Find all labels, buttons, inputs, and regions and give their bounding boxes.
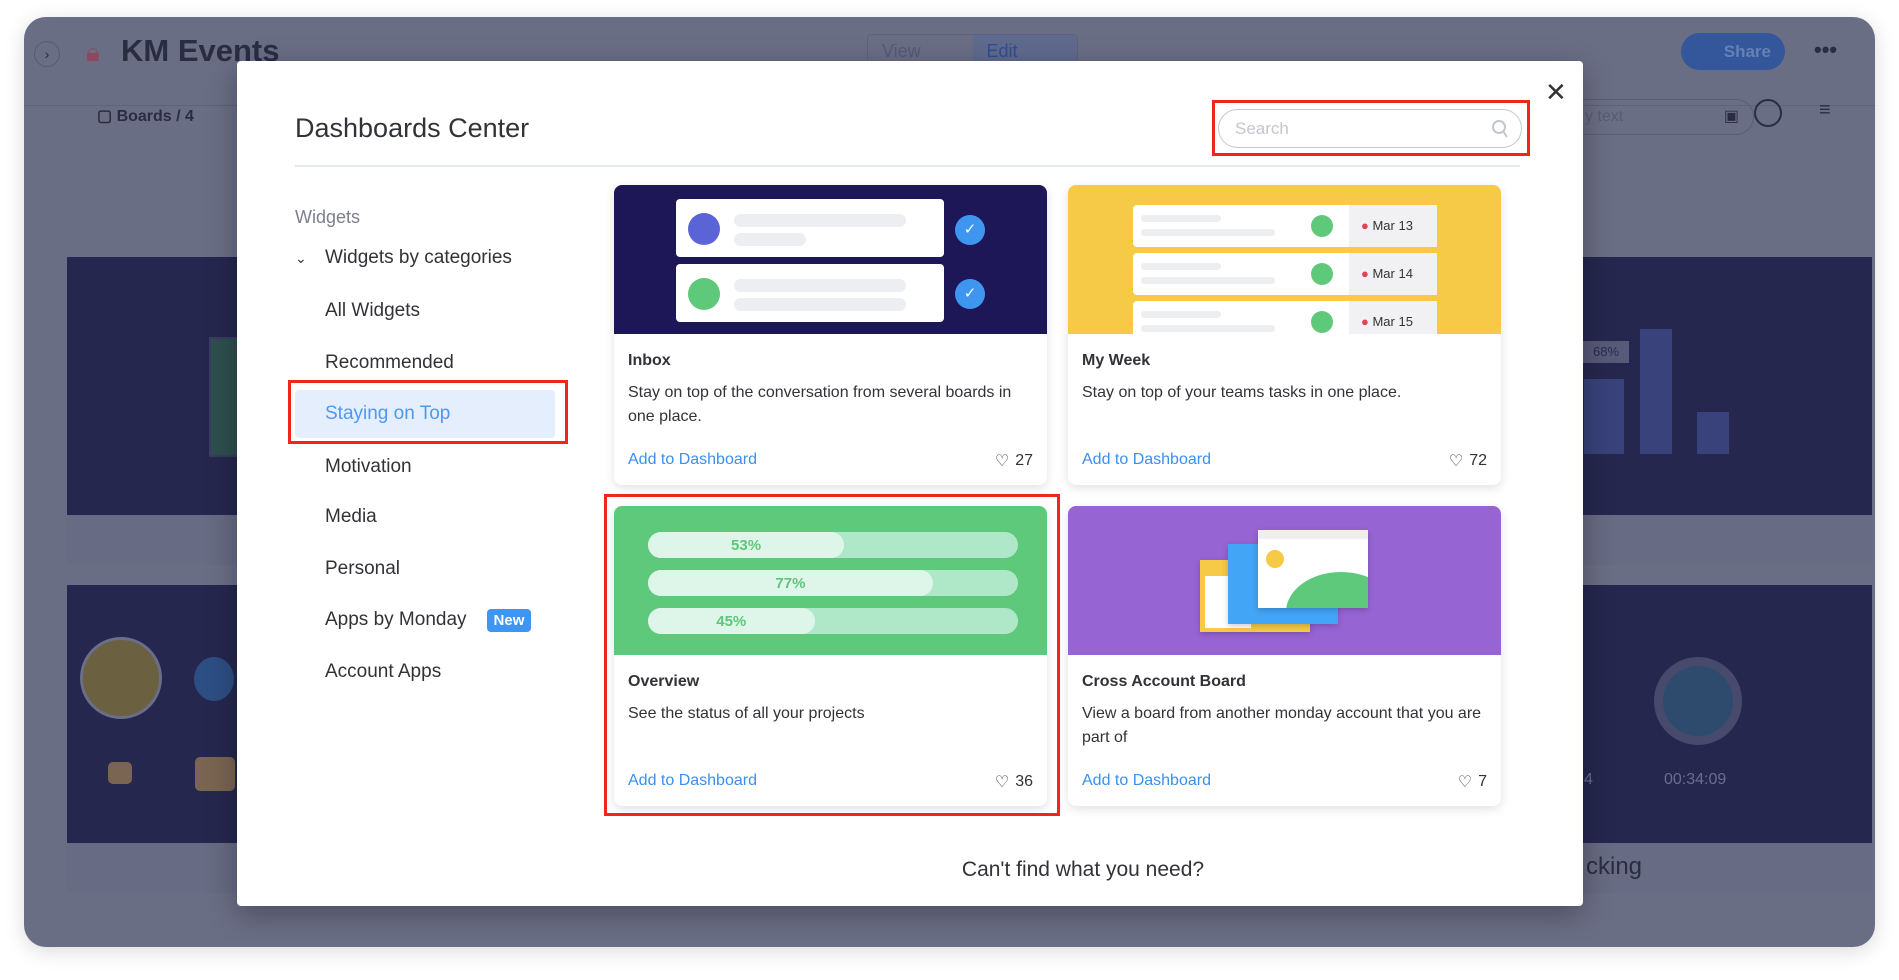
heart-icon: ♡ xyxy=(1457,774,1473,791)
my-week-illustration: ● Mar 13 ● Mar 14 ● Mar 15 xyxy=(1068,185,1501,334)
widget-card-my-week: ● Mar 13 ● Mar 14 ● Mar 15 My Week Stay … xyxy=(1068,185,1501,485)
inbox-illustration: ✓ ✓ xyxy=(614,185,1047,334)
close-icon[interactable]: ✕ xyxy=(1545,77,1567,108)
new-badge: New xyxy=(486,609,532,632)
avatar xyxy=(1311,311,1333,333)
illustration-row: ● Mar 14 xyxy=(1133,253,1437,295)
share-button: Share xyxy=(1681,33,1785,70)
background-chart-bar xyxy=(1640,329,1672,454)
modal-title: Dashboards Center xyxy=(295,113,530,143)
alert-icon: ● xyxy=(1361,266,1373,281)
share-label: Share xyxy=(1723,42,1771,61)
alert-icon: ● xyxy=(1361,314,1373,329)
illustration-row: ● Mar 13 xyxy=(1133,205,1437,247)
filter-placeholder: y text xyxy=(1585,108,1624,125)
overview-highlight-box xyxy=(604,494,1060,816)
sidebar-item-label: Apps by Monday xyxy=(325,609,467,630)
boards-count: ▢ Boards / 4 xyxy=(97,106,194,126)
due-date: ● Mar 15 xyxy=(1349,301,1437,334)
avatar xyxy=(80,637,162,719)
header-divider xyxy=(295,165,1520,167)
timer: 00:34:09 xyxy=(1664,771,1727,788)
background-tag xyxy=(108,762,132,784)
add-to-dashboard-link[interactable]: Add to Dashboard xyxy=(1082,451,1211,469)
card-title: Cross Account Board xyxy=(1082,673,1246,690)
filter-icon: ≡ xyxy=(1819,99,1831,121)
person-icon xyxy=(1754,99,1782,127)
date-label: Mar 15 xyxy=(1372,314,1413,329)
sidebar-item-media[interactable]: Media xyxy=(325,506,377,528)
background-chart-bar xyxy=(1584,379,1624,454)
more-icon: ••• xyxy=(1814,37,1838,62)
illustration-row xyxy=(676,264,944,322)
date-label: Mar 14 xyxy=(1372,266,1413,281)
sidebar-heading: Widgets xyxy=(295,207,361,227)
date-label: Mar 13 xyxy=(1372,218,1413,233)
heart-icon: ♡ xyxy=(1448,453,1464,470)
avatar xyxy=(1654,657,1742,745)
background-avatar xyxy=(194,657,234,701)
board-icon: ▢ xyxy=(97,108,117,125)
sidebar-item-account-apps[interactable]: Account Apps xyxy=(325,661,441,683)
partial-number: 4 xyxy=(1584,771,1593,788)
add-to-dashboard-link[interactable]: Add to Dashboard xyxy=(628,451,757,469)
add-to-dashboard-link[interactable]: Add to Dashboard xyxy=(1082,772,1211,790)
chart-tooltip: 68% xyxy=(1583,341,1629,363)
avatar xyxy=(1311,215,1333,237)
sidebar-group-label: Widgets by categories xyxy=(325,247,512,268)
likes[interactable]: ♡ 27 xyxy=(995,451,1033,471)
card-title: Inbox xyxy=(628,352,671,369)
sidebar-item-motivation[interactable]: Motivation xyxy=(325,456,412,478)
category-highlight-box xyxy=(288,380,568,444)
lock-icon: 🔒︎ xyxy=(86,37,100,67)
sidebar-item-personal[interactable]: Personal xyxy=(325,558,400,580)
card-title: My Week xyxy=(1082,352,1151,369)
check-icon: ✓ xyxy=(955,279,985,309)
illustration-row: ● Mar 15 xyxy=(1133,301,1437,334)
sidebar-group-toggle[interactable]: ⌄ Widgets by categories xyxy=(295,247,512,269)
widget-card-cross-account-board: Cross Account Board View a board from an… xyxy=(1068,506,1501,806)
filter-input: y text ▣ xyxy=(1564,99,1754,135)
widget-card-inbox: ✓ ✓ Inbox Stay on top of the conversatio… xyxy=(614,185,1047,485)
expand-sidebar-button: › xyxy=(34,41,60,67)
search-highlight-box xyxy=(1212,100,1530,156)
like-count: 27 xyxy=(1015,452,1033,469)
check-icon: ✓ xyxy=(955,215,985,245)
like-count: 7 xyxy=(1478,773,1487,790)
dashboards-center-modal: Dashboards Center ✕ Search Widgets ⌄ Widg… xyxy=(237,61,1583,906)
card-description: Stay on top of your teams tasks in one p… xyxy=(1082,384,1402,401)
window-shape xyxy=(1258,530,1368,608)
avatar xyxy=(1311,263,1333,285)
illustration-row xyxy=(676,199,944,257)
like-count: 72 xyxy=(1469,452,1487,469)
alert-icon: ● xyxy=(1361,218,1373,233)
background-chart-bar xyxy=(1697,412,1729,454)
due-date: ● Mar 14 xyxy=(1349,253,1437,295)
heart-icon: ♡ xyxy=(994,453,1010,470)
avatar xyxy=(688,213,720,245)
sidebar-item-all-widgets[interactable]: All Widgets xyxy=(325,300,420,322)
sidebar-item-apps-by-monday[interactable]: Apps by Monday New xyxy=(325,609,532,632)
cross-account-illustration xyxy=(1068,506,1501,655)
background-tag xyxy=(195,757,235,791)
likes[interactable]: ♡ 72 xyxy=(1449,451,1487,471)
boards-label: Boards / 4 xyxy=(116,108,194,125)
chevron-down-icon: ⌄ xyxy=(295,250,307,266)
likes[interactable]: ♡ 7 xyxy=(1458,772,1487,792)
card-description: View a board from another monday account… xyxy=(1082,705,1482,746)
avatar xyxy=(688,278,720,310)
due-date: ● Mar 13 xyxy=(1349,205,1437,247)
cant-find-text: Can't find what you need? xyxy=(961,858,1205,881)
sidebar-item-recommended[interactable]: Recommended xyxy=(325,352,454,374)
save-icon: ▣ xyxy=(1723,108,1739,125)
card-description: Stay on top of the conversation from sev… xyxy=(628,384,1012,425)
